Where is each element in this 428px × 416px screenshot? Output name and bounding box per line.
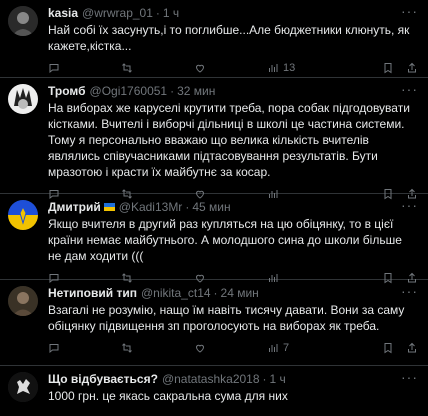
tweet-header: Тромб @Ogi1760051 · 32 мин <box>48 84 418 98</box>
tweet-header: Що відбувається? @natatashka2018 · 1 ч <box>48 372 418 386</box>
tweet-header: kasia @wrwrap_01 · 1 ч <box>48 6 418 20</box>
reply-button[interactable] <box>48 342 121 354</box>
tweet-header: Нетиповий тип @nikita_ct14 · 24 мин <box>48 286 418 300</box>
more-options-icon[interactable]: ··· <box>401 4 418 18</box>
repost-icon <box>122 63 132 73</box>
display-name[interactable]: kasia <box>48 6 78 20</box>
more-options-icon[interactable]: ··· <box>401 198 418 212</box>
reply-button[interactable] <box>48 62 121 74</box>
repost-button[interactable] <box>121 62 194 74</box>
bookmark-icon[interactable] <box>382 342 394 354</box>
reply-feed: kasia @wrwrap_01 · 1 ч Най собі їх засун… <box>0 0 428 416</box>
avatar[interactable] <box>8 286 38 316</box>
reply-icon <box>49 344 59 354</box>
separator-dot: · <box>185 200 190 214</box>
display-name[interactable]: Тромб <box>48 84 86 98</box>
user-handle[interactable]: @Ogi1760051 <box>90 84 168 98</box>
user-handle[interactable]: @natatashka2018 <box>162 372 260 386</box>
avatar[interactable] <box>8 84 38 114</box>
like-button[interactable] <box>194 342 267 354</box>
ukraine-flag-icon <box>103 203 115 211</box>
timestamp[interactable]: 1 ч <box>270 372 286 386</box>
tweet-kasia[interactable]: kasia @wrwrap_01 · 1 ч Най собі їх засун… <box>0 0 428 78</box>
views-icon <box>269 344 278 352</box>
user-handle[interactable]: @wrwrap_01 <box>82 6 153 20</box>
views-button[interactable]: 13 <box>267 62 340 74</box>
display-name[interactable]: Що відбувається? <box>48 372 158 386</box>
separator-dot: · <box>155 6 160 20</box>
avatar[interactable] <box>8 6 38 36</box>
tweet-netypovyi-typ[interactable]: Нетиповий тип @nikita_ct14 · 24 мин Взаг… <box>0 280 428 366</box>
heart-icon <box>195 344 205 353</box>
repost-button[interactable] <box>121 342 194 354</box>
heart-icon <box>195 64 205 73</box>
views-count: 7 <box>283 342 290 354</box>
views-count: 13 <box>283 62 296 74</box>
more-options-icon[interactable]: ··· <box>401 284 418 298</box>
more-options-icon[interactable]: ··· <box>401 370 418 384</box>
user-handle[interactable]: @Kadi13Mr <box>119 200 183 214</box>
tweet-text: 1000 грн. це якась сакральна сума для ни… <box>48 389 288 403</box>
bookmark-icon[interactable] <box>382 62 394 74</box>
tweet-shcho-vidbuvaietsia[interactable]: Що відбувається? @natatashka2018 · 1 ч 1… <box>0 366 428 416</box>
like-button[interactable] <box>194 62 267 74</box>
separator-dot: · <box>262 372 267 386</box>
views-icon <box>269 64 278 72</box>
timestamp[interactable]: 32 мин <box>177 84 215 98</box>
action-bar: 7 <box>48 338 418 358</box>
separator-dot: · <box>170 84 175 98</box>
views-button[interactable]: 7 <box>267 342 340 354</box>
user-handle[interactable]: @nikita_ct14 <box>141 286 211 300</box>
display-name[interactable]: Нетиповий тип <box>48 286 137 300</box>
more-options-icon[interactable]: ··· <box>401 82 418 96</box>
display-name[interactable]: Дмитрий <box>48 200 101 214</box>
tweet-text: Най собі їх засунуть,і то поглибше...Але… <box>48 23 410 53</box>
tweet-text: На виборах же каруселі крутити треба, по… <box>48 101 410 179</box>
tweet-text: Взагалі не розумію, нащо їм навіть тисяч… <box>48 303 405 333</box>
timestamp[interactable]: 1 ч <box>163 6 179 20</box>
share-icon[interactable] <box>406 62 418 74</box>
reply-icon <box>49 64 59 74</box>
share-icon[interactable] <box>406 342 418 354</box>
tweet-header: Дмитрий @Kadi13Mr · 45 мин <box>48 200 418 214</box>
separator-dot: · <box>213 286 218 300</box>
tweet-dmitriy[interactable]: Дмитрий @Kadi13Mr · 45 мин Якщо вчителя … <box>0 194 428 284</box>
timestamp[interactable]: 45 мин <box>192 200 230 214</box>
repost-icon <box>122 343 132 353</box>
avatar[interactable] <box>8 372 38 402</box>
avatar[interactable] <box>8 200 38 230</box>
action-bar: 13 <box>48 58 418 78</box>
timestamp[interactable]: 24 мин <box>221 286 259 300</box>
tweet-text: Якщо вчителя в другий раз купляться на ц… <box>48 217 402 263</box>
tweet-tromb[interactable]: Тромб @Ogi1760051 · 32 мин На виборах же… <box>0 78 428 200</box>
